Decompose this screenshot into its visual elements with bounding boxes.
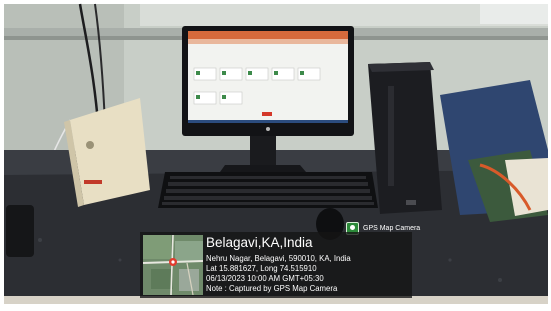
note-line: Note : Captured by GPS Map Camera (206, 284, 338, 293)
monitor-base (220, 165, 306, 172)
screen-button (262, 112, 272, 116)
map-icon (143, 235, 203, 295)
monitor-logo (266, 127, 270, 131)
screen-taskbar (188, 120, 348, 123)
screen-header (188, 31, 348, 39)
gps-overlay: Belagavi,KA,India Nehru Nagar, Belagavi,… (140, 232, 412, 298)
gps-badge-label: GPS Map Camera (363, 224, 421, 232)
photo-frame: GPS Map Camera Belagavi,KA,India Nehru N… (0, 0, 551, 311)
map-thumbnail (143, 235, 203, 295)
cpu-tower (368, 62, 442, 214)
address-line: Nehru Nagar, Belagavi, 590010, KA, India (206, 254, 351, 263)
location-title: Belagavi,KA,India (206, 235, 313, 250)
window-glare (480, 4, 548, 24)
keyboard (158, 172, 378, 208)
coordinates-line: Lat 15.881627, Long 74.515910 (206, 264, 317, 273)
monitor-stand (250, 135, 276, 165)
screen-menu (188, 39, 348, 44)
timestamp-line: 06/13/2023 10:00 AM GMT+05:30 (206, 274, 324, 283)
phone (6, 205, 34, 257)
